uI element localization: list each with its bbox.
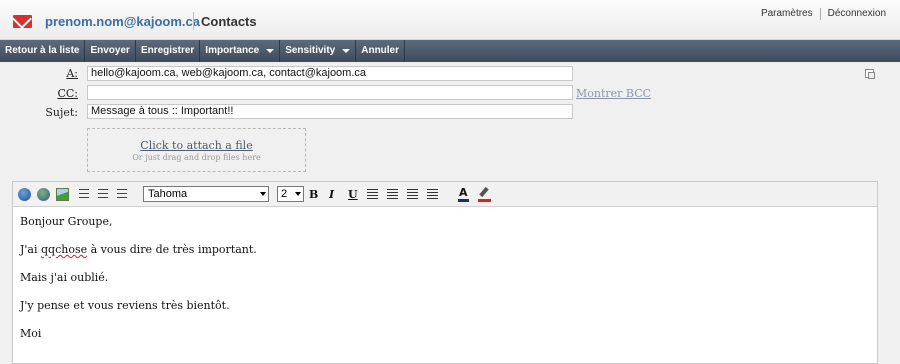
- to-label: A:: [66, 67, 78, 80]
- popout-icon[interactable]: [865, 69, 875, 79]
- chevron-down-icon: [260, 192, 266, 196]
- misspelled-word: qqchose: [41, 243, 88, 256]
- logout-link[interactable]: Déconnexion: [821, 8, 893, 20]
- chevron-down-icon: [266, 49, 275, 53]
- cancel-button[interactable]: Annuler: [356, 40, 406, 62]
- sensitivity-label: Sensitivity: [285, 45, 336, 56]
- insert-image-icon[interactable]: [56, 188, 69, 201]
- body-line: J'y pense et vous reviens très bientôt.: [20, 299, 230, 312]
- page-title: Contacts: [201, 14, 257, 29]
- action-toolbar: Retour à la liste Envoyer Enregistrer Im…: [0, 40, 900, 62]
- align-left-icon[interactable]: [367, 189, 378, 199]
- header-links: Paramètres Déconnexion: [754, 8, 893, 20]
- subject-field[interactable]: Message à tous :: Important!!: [87, 104, 573, 119]
- indent-icon[interactable]: [117, 189, 127, 200]
- unordered-list-icon[interactable]: [98, 189, 108, 200]
- editor-body[interactable]: Bonjour Groupe, J'ai qqchose à vous dire…: [20, 215, 257, 355]
- chevron-down-icon: [342, 49, 351, 53]
- back-to-list-label: Retour à la liste: [5, 45, 80, 56]
- mail-icon: [13, 15, 32, 28]
- ordered-list-icon[interactable]: [79, 189, 89, 200]
- body-line: Moi: [20, 327, 42, 340]
- attach-hint: Or just drag and drop files here: [132, 153, 261, 162]
- font-family-value: Tahoma: [148, 188, 188, 200]
- underline-button[interactable]: U: [348, 188, 358, 201]
- justify-icon[interactable]: [427, 189, 438, 199]
- chevron-down-icon: [295, 192, 301, 196]
- back-to-list-button[interactable]: Retour à la liste: [0, 40, 86, 62]
- font-family-select[interactable]: Tahoma: [143, 186, 269, 202]
- sensitivity-dropdown[interactable]: Sensitivity: [280, 40, 357, 62]
- italic-button[interactable]: I: [329, 188, 334, 201]
- save-button[interactable]: Enregistrer: [136, 40, 201, 62]
- subject-label: Sujet:: [45, 106, 78, 119]
- account-email[interactable]: prenom.nom@kajoom.ca: [45, 14, 200, 29]
- body-line: Bonjour Groupe,: [20, 215, 113, 228]
- cc-label: CC:: [57, 87, 78, 100]
- attach-file-link[interactable]: Click to attach a file: [88, 139, 305, 152]
- pen-icon: [479, 186, 489, 198]
- font-size-value: 2: [281, 188, 288, 200]
- header-divider: [193, 12, 194, 30]
- font-size-select[interactable]: 2: [277, 186, 304, 202]
- send-label: Envoyer: [90, 45, 130, 56]
- body-text: à vous dire de très important.: [87, 243, 257, 256]
- remove-link-icon[interactable]: [37, 188, 50, 201]
- highlight-color-icon[interactable]: [478, 186, 491, 202]
- insert-link-icon[interactable]: [18, 188, 31, 201]
- cancel-label: Annuler: [361, 45, 400, 56]
- font-color-button[interactable]: A: [458, 187, 469, 202]
- editor-toolbar: Tahoma 2 B I U A: [13, 182, 877, 207]
- app-header: prenom.nom@kajoom.ca Contacts Paramètres…: [0, 0, 900, 40]
- show-bcc-link[interactable]: Montrer BCC: [576, 87, 651, 100]
- save-label: Enregistrer: [140, 45, 195, 56]
- cc-field[interactable]: [87, 85, 573, 100]
- importance-dropdown[interactable]: Importance: [200, 40, 281, 62]
- send-button[interactable]: Envoyer: [85, 40, 136, 62]
- body-line: Mais j'ai oublié.: [20, 271, 109, 284]
- body-text: J'ai: [20, 243, 42, 256]
- importance-label: Importance: [205, 45, 260, 56]
- rich-text-editor: Tahoma 2 B I U A Bonjour Groupe, J'ai qq…: [12, 181, 878, 364]
- attachment-dropzone[interactable]: Click to attach a file Or just drag and …: [87, 128, 306, 172]
- bold-button[interactable]: B: [309, 188, 318, 201]
- to-field[interactable]: hello@kajoom.ca, web@kajoom.ca, contact@…: [87, 66, 573, 81]
- align-center-icon[interactable]: [387, 189, 398, 199]
- body-line: J'ai qqchose à vous dire de très importa…: [20, 243, 257, 271]
- align-right-icon[interactable]: [407, 189, 418, 199]
- settings-link[interactable]: Paramètres: [754, 8, 820, 20]
